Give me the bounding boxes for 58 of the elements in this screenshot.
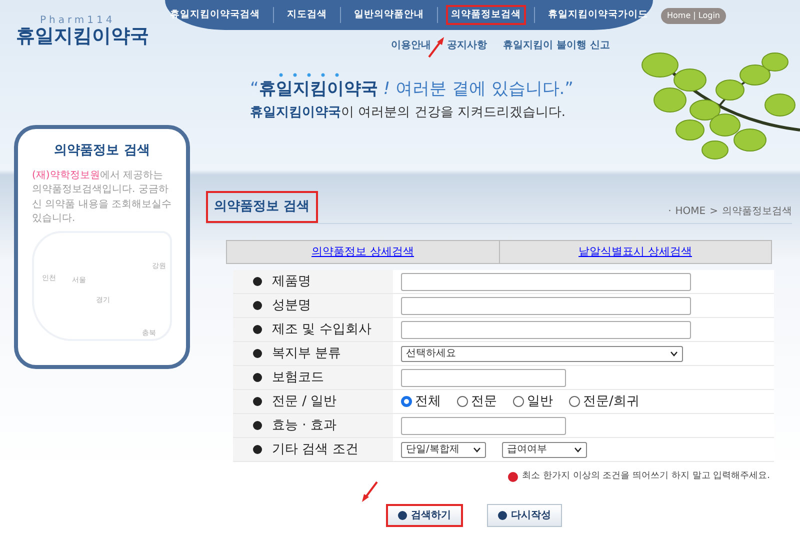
field-label: 전문 / 일반 — [272, 392, 337, 411]
breadcrumb-bullet: · — [668, 204, 672, 218]
nav-link[interactable]: 지도검색 — [282, 4, 332, 26]
action-button[interactable]: 다시작성 — [487, 504, 562, 526]
sub-nav-link[interactable]: 이용안내 — [391, 38, 432, 53]
bullet-icon — [253, 445, 262, 454]
bullet-icon — [253, 397, 262, 406]
radio-option[interactable]: 전문/희귀 — [569, 392, 640, 412]
notice-text: 최소 한가지 이상의 조건을 띄어쓰기 하지 말고 입력해주세요. — [522, 470, 770, 483]
caret-icon — [473, 446, 481, 452]
sub-nav-link[interactable]: 공지사항 — [447, 38, 488, 53]
radio-option[interactable]: 전체 — [401, 392, 441, 412]
bullet-icon — [253, 373, 262, 382]
text-field[interactable] — [401, 416, 566, 434]
text-field[interactable] — [401, 296, 691, 314]
warning-icon — [508, 472, 518, 482]
radio-button[interactable] — [457, 396, 468, 407]
bullet-icon — [253, 277, 262, 286]
sub-nav-link[interactable]: 휴일지킴이 불이행 신고 — [503, 38, 610, 53]
caret-icon — [574, 446, 582, 452]
breadcrumb-item[interactable]: HOME — [675, 204, 706, 218]
nav-link[interactable]: 휴일지킴이약국검색 — [165, 4, 265, 26]
field-label: 제품명 — [272, 272, 311, 291]
tab-link[interactable]: 의약품정보 상세검색 — [227, 240, 498, 263]
breadcrumb-item[interactable]: 의약품정보검색 — [722, 204, 792, 218]
text-field[interactable] — [401, 368, 566, 386]
dropdown[interactable]: 선택하세요 — [401, 346, 683, 362]
field-label: 기타 검색 조건 — [272, 440, 358, 459]
nav-link[interactable]: 일반의약품안내 — [349, 4, 429, 26]
radio-button[interactable] — [569, 396, 580, 407]
dropdown[interactable]: 급여여부 — [502, 442, 587, 458]
sidebar-title: 의약품정보 검색 — [54, 142, 150, 160]
field-label: 복지부 분류 — [272, 344, 342, 363]
text-field[interactable] — [401, 272, 691, 290]
field-label: 보험코드 — [272, 368, 324, 387]
slogan-subline: 휴일지킴이약국이 여러분의 건강을 지켜드리겠습니다. — [250, 104, 566, 122]
page-title: 의약품정보 검색 — [206, 191, 318, 222]
radio-button[interactable] — [401, 396, 412, 407]
sidebar-description: (재)약학정보원에서 제공하는 의약품정보검색입니다. 궁금하신 의약품 내용을 조회해보실수 있습니다. — [32, 168, 172, 226]
bullet-icon — [253, 325, 262, 334]
bullet-icon — [253, 421, 262, 430]
nav-link[interactable]: 휴일지킴이약국가이드 — [543, 4, 653, 26]
bullet-icon — [253, 301, 262, 310]
logo-wordmark: 휴일지킴이약국 — [16, 26, 149, 47]
radio-button[interactable] — [513, 396, 524, 407]
caret-icon — [670, 350, 678, 356]
slogan-headline: “휴일지킴이약국 ! 여러분 곁에 있습니다.” — [250, 78, 574, 101]
radio-option[interactable]: 전문 — [457, 392, 497, 412]
bullet-icon — [253, 349, 262, 358]
field-label: 성분명 — [272, 296, 311, 315]
text-field[interactable] — [401, 320, 691, 338]
field-label: 제조 및 수입회사 — [272, 320, 372, 339]
logo-tagline: Pharm114 — [40, 16, 116, 26]
field-label: 효능 · 효과 — [272, 416, 336, 435]
breadcrumb-separator: > — [710, 204, 718, 218]
tab-link[interactable]: 낱알식별표시 상세검색 — [498, 240, 771, 263]
radio-option[interactable]: 일반 — [513, 392, 553, 412]
dropdown[interactable]: 단일/복합제 — [401, 442, 486, 458]
